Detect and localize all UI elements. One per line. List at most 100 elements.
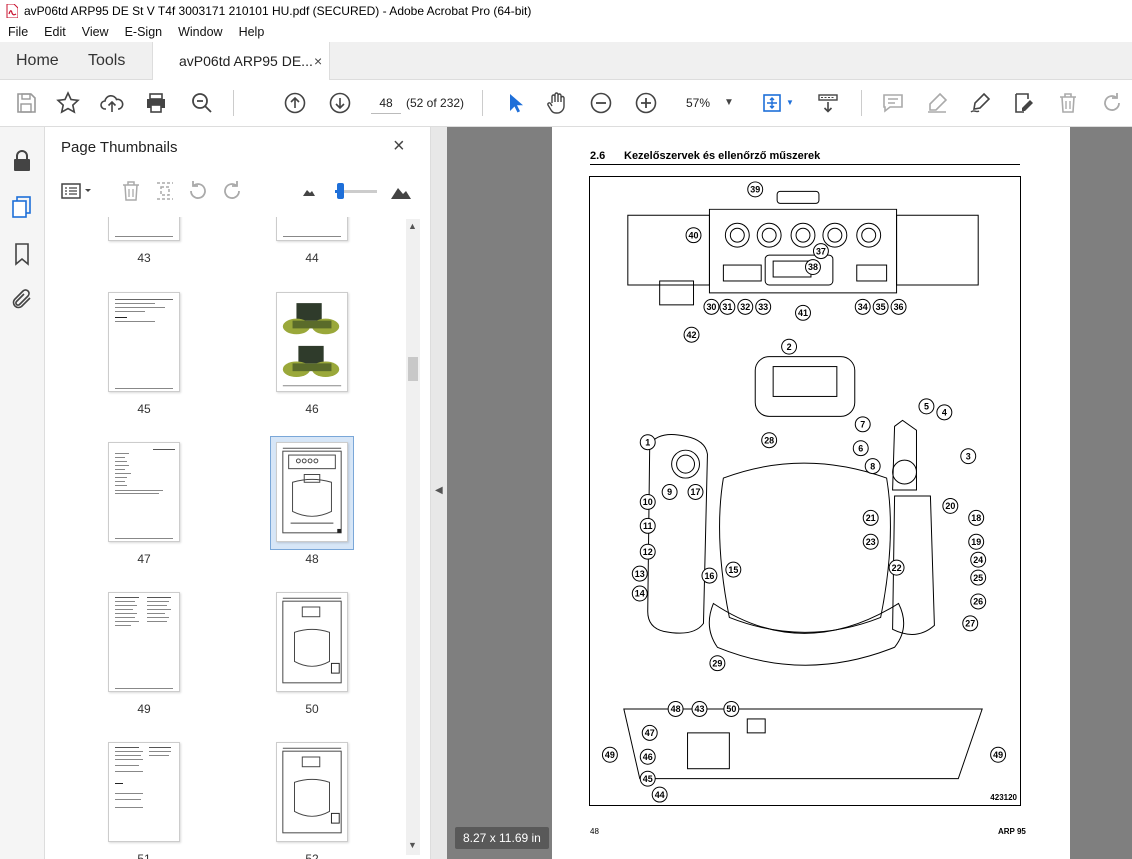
callout-number: 4 <box>942 408 947 418</box>
menu-window[interactable]: Window <box>170 25 230 39</box>
thumbnail-page-50[interactable] <box>276 592 348 692</box>
rotate-counterclockwise-icon[interactable] <box>186 179 210 203</box>
redo-rotate-icon[interactable] <box>1100 91 1124 115</box>
menu-bar: File Edit View E-Sign Window Help <box>0 22 1132 42</box>
callout-number: 9 <box>667 487 672 497</box>
delete-pages-icon[interactable] <box>119 179 143 203</box>
left-navigation-rail <box>0 127 45 859</box>
scroll-down-arrow-icon[interactable]: ▼ <box>408 840 417 850</box>
tab-tools[interactable]: Tools <box>88 42 125 80</box>
bookmark-icon[interactable] <box>10 242 34 266</box>
callout-number: 10 <box>643 497 653 507</box>
thumbnail-page-43[interactable] <box>108 217 180 241</box>
page-48-preview <box>282 447 342 534</box>
thumbnail-label: 46 <box>305 402 319 416</box>
callout-number: 3 <box>966 451 971 461</box>
thumbnail-page-52[interactable] <box>276 742 348 842</box>
fit-dropdown-arrow-icon[interactable]: ▼ <box>786 98 794 107</box>
delete-trash-icon[interactable] <box>1056 91 1080 115</box>
page-footer-number: 48 <box>590 827 599 836</box>
callout-number: 43 <box>695 704 705 714</box>
callout-number: 23 <box>866 537 876 547</box>
callout-number: 45 <box>643 774 653 784</box>
zoom-dropdown[interactable]: 57% ▼ <box>676 92 740 114</box>
page-thumbnails-icon[interactable] <box>10 195 34 219</box>
thumbnail-size-slider-handle[interactable] <box>337 183 344 199</box>
callout-number: 34 <box>858 302 868 312</box>
thumbnail-label: 43 <box>137 251 151 265</box>
callout-number: 16 <box>704 571 714 581</box>
menu-help[interactable]: Help <box>231 25 273 39</box>
zoom-in-icon[interactable] <box>634 91 658 115</box>
page-thumbnails-panel: Page Thumbnails × 43 44 45 46 47 48 49 5… <box>45 127 431 859</box>
callout-number: 46 <box>643 752 653 762</box>
callout-number: 30 <box>706 302 716 312</box>
thumbnail-page-47[interactable] <box>108 442 180 542</box>
callout-number: 12 <box>643 547 653 557</box>
edit-form-icon[interactable] <box>1012 91 1036 115</box>
tab-home[interactable]: Home <box>16 42 59 80</box>
toolbar-separator <box>861 90 862 116</box>
small-thumbnail-icon <box>297 179 321 203</box>
thumbnail-label: 51 <box>137 852 151 859</box>
tab-close-icon[interactable]: × <box>314 42 322 80</box>
tab-document[interactable]: avP06td ARP95 DE... × <box>152 42 330 81</box>
menu-esign[interactable]: E-Sign <box>117 25 171 39</box>
attachment-paperclip-icon[interactable] <box>10 287 34 311</box>
thumbnail-page-49[interactable] <box>108 592 180 692</box>
next-page-icon[interactable] <box>328 91 352 115</box>
callout-number: 49 <box>993 750 1003 760</box>
callout-number: 25 <box>973 573 983 583</box>
page-50-preview <box>282 597 342 684</box>
callout-number: 1 <box>645 437 650 447</box>
thumbnail-page-51[interactable] <box>108 742 180 842</box>
callout-number: 49 <box>605 750 615 760</box>
menu-edit[interactable]: Edit <box>36 25 74 39</box>
fit-page-icon[interactable] <box>760 91 784 115</box>
lock-icon[interactable] <box>10 149 34 173</box>
hand-tool-icon[interactable] <box>545 91 569 115</box>
section-heading: 2.6 Kezelőszervek és ellenőrző műszerek <box>590 150 1020 165</box>
select-cursor-icon[interactable] <box>503 91 527 115</box>
title-bar: avP06td ARP95 DE St V T4f 3003171 210101… <box>0 0 1132 22</box>
thumbnail-scrollbar-thumb[interactable] <box>408 357 418 381</box>
extract-pages-icon[interactable] <box>153 179 177 203</box>
rotate-clockwise-icon[interactable] <box>220 179 244 203</box>
collapse-panel-arrow-icon[interactable]: ◀ <box>435 485 443 496</box>
menu-view[interactable]: View <box>74 25 117 39</box>
highlight-pen-icon[interactable] <box>925 91 949 115</box>
thumbnail-scrollbar-track[interactable] <box>406 219 420 855</box>
document-viewport[interactable]: 2.6 Kezelőszervek és ellenőrző műszerek <box>447 127 1132 859</box>
panel-close-icon[interactable]: × <box>393 135 405 158</box>
panel-splitter[interactable]: ◀ <box>431 127 447 859</box>
previous-page-icon[interactable] <box>283 91 307 115</box>
comment-icon[interactable] <box>881 91 905 115</box>
callout-number: 38 <box>808 262 818 272</box>
thumbnail-page-46[interactable] <box>276 292 348 392</box>
zoom-search-icon[interactable] <box>190 91 214 115</box>
callout-number: 37 <box>816 246 826 256</box>
callout-number: 2 <box>787 342 792 352</box>
panel-title: Page Thumbnails <box>61 139 178 156</box>
print-icon[interactable] <box>144 91 168 115</box>
thumbnail-page-45[interactable] <box>108 292 180 392</box>
save-icon[interactable] <box>14 91 38 115</box>
tab-bar: Home Tools avP06td ARP95 DE... × <box>0 42 1132 81</box>
zoom-out-icon[interactable] <box>589 91 613 115</box>
menu-file[interactable]: File <box>0 25 36 39</box>
callout-number: 44 <box>655 790 665 800</box>
sign-pen-icon[interactable] <box>968 91 992 115</box>
scroll-mode-icon[interactable] <box>816 91 840 115</box>
callout-number: 31 <box>722 302 732 312</box>
star-icon[interactable] <box>56 91 80 115</box>
upload-cloud-icon[interactable] <box>100 91 124 115</box>
scroll-up-arrow-icon[interactable]: ▲ <box>408 221 417 231</box>
page-number-input[interactable] <box>371 92 401 114</box>
chevron-down-icon: ▼ <box>724 97 734 108</box>
thumbnail-page-48[interactable] <box>276 442 348 542</box>
options-menu-icon[interactable] <box>59 179 95 203</box>
thumbnail-label: 44 <box>305 251 319 265</box>
thumbnail-page-44[interactable] <box>276 217 348 241</box>
callout-number: 39 <box>750 185 760 195</box>
callout-number: 47 <box>645 728 655 738</box>
